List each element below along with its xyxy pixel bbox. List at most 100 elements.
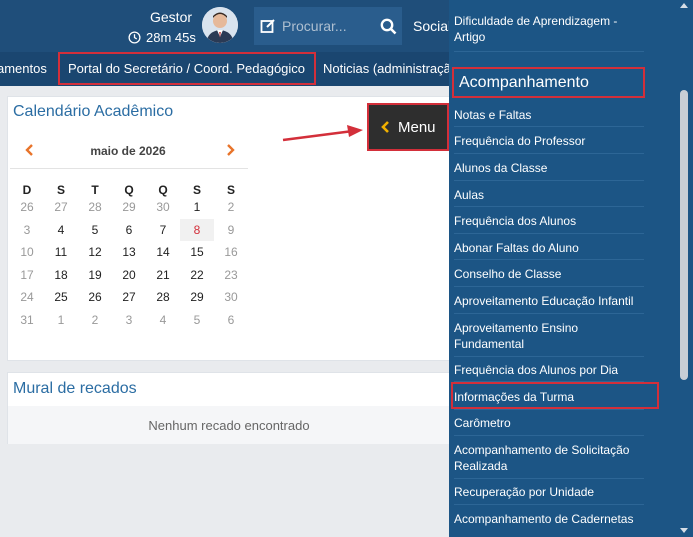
calendar-day[interactable]: 26	[78, 286, 112, 309]
calendar-day[interactable]: 29	[112, 196, 146, 219]
calendar-day[interactable]: 4	[146, 309, 180, 332]
calendar-day[interactable]: 28	[78, 196, 112, 219]
side-scrollbar[interactable]	[676, 0, 692, 537]
chevron-right-icon[interactable]	[226, 143, 236, 161]
side-item-recuperacao-unidade[interactable]: Recuperação por Unidade	[454, 484, 644, 500]
calendar-day[interactable]: 21	[146, 264, 180, 287]
calendar-title: Calendário Acadêmico	[13, 103, 174, 120]
side-item-acompanhamento-solicitacao[interactable]: Acompanhamento de Solicitação Realizada	[454, 442, 644, 474]
side-item-abonar-faltas[interactable]: Abonar Faltas do Aluno	[454, 240, 644, 256]
calendar-day[interactable]: 17	[10, 264, 44, 287]
calendar-day[interactable]: 10	[10, 241, 44, 264]
scroll-thumb[interactable]	[680, 90, 688, 380]
calendar-day[interactable]: 16	[214, 241, 248, 264]
chevron-left-icon	[381, 121, 389, 133]
calendar-day[interactable]: 14	[146, 241, 180, 264]
calendar-day[interactable]: 19	[78, 264, 112, 287]
calendar-day[interactable]: 12	[78, 241, 112, 264]
calendar-week: 17 18 19 20 21 22 23	[10, 264, 248, 287]
social-link[interactable]: Social	[413, 18, 451, 34]
calendar-month: maio de 2026	[90, 144, 166, 158]
menu-toggle-button[interactable]: Menu	[367, 103, 449, 151]
side-divider	[454, 504, 644, 505]
side-divider	[454, 409, 644, 410]
calendar-week: 26 27 28 29 30 1 2	[10, 196, 248, 219]
calendar-day[interactable]: 27	[44, 196, 78, 219]
search-box	[254, 7, 402, 45]
calendar-day[interactable]: 11	[44, 241, 78, 264]
side-divider	[454, 180, 644, 181]
search-icon[interactable]	[374, 18, 402, 35]
calendar-day[interactable]: 22	[180, 264, 214, 287]
search-input[interactable]	[282, 18, 374, 34]
nav-item-noticias[interactable]: Noticias (administraçã	[323, 52, 451, 86]
calendar-day[interactable]: 2	[78, 309, 112, 332]
calendar-day[interactable]: 31	[10, 309, 44, 332]
mural-title: Mural de recados	[13, 380, 137, 397]
timer-value: 28m 45s	[146, 30, 196, 45]
side-item-aproveitamento-infantil[interactable]: Aproveitamento Educação Infantil	[454, 293, 644, 309]
calendar-day[interactable]: 6	[214, 309, 248, 332]
calendar-day[interactable]: 3	[112, 309, 146, 332]
menu-button-label: Menu	[398, 118, 436, 136]
side-divider	[454, 206, 644, 207]
side-item-aproveitamento-fundamental[interactable]: Aproveitamento Ensino Fundamental	[454, 320, 644, 352]
calendar-week: 31 1 2 3 4 5 6	[10, 309, 248, 332]
side-item-dificuldade[interactable]: Dificuldade de Aprendizagem - Artigo	[454, 13, 644, 45]
calendar-day[interactable]: 29	[180, 286, 214, 309]
calendar-day[interactable]: 13	[112, 241, 146, 264]
user-name[interactable]: Gestor	[150, 9, 192, 25]
nav-item-portal-secretario[interactable]: Portal do Secretário / Coord. Pedagógico	[58, 52, 316, 85]
side-divider	[454, 286, 644, 287]
side-divider	[454, 126, 644, 127]
calendar-day[interactable]: 25	[44, 286, 78, 309]
calendar-week: 3 4 5 6 7 8 9	[10, 218, 248, 242]
mural-empty-text: Nenhum recado encontrado	[8, 406, 450, 444]
side-divider	[454, 313, 644, 314]
side-item-notas-faltas[interactable]: Notas e Faltas	[454, 107, 644, 123]
edit-icon[interactable]	[254, 18, 282, 34]
scroll-down-icon[interactable]	[680, 528, 688, 533]
calendar-day[interactable]: 4	[44, 219, 78, 242]
calendar-day-today[interactable]: 8	[180, 218, 214, 241]
side-item-acompanhamento-cadernetas[interactable]: Acompanhamento de Cadernetas	[454, 511, 644, 527]
calendar-day[interactable]: 20	[112, 264, 146, 287]
side-item-frequencia-por-dia[interactable]: Frequência dos Alunos por Dia	[454, 362, 644, 378]
calendar-day[interactable]: 30	[146, 196, 180, 219]
scroll-up-icon[interactable]	[680, 3, 688, 8]
calendar-day[interactable]: 18	[44, 264, 78, 287]
calendar-day[interactable]: 27	[112, 286, 146, 309]
side-item-frequencia-professor[interactable]: Frequência do Professor	[454, 133, 644, 149]
user-photo-icon	[202, 7, 238, 43]
side-section-acompanhamento[interactable]: Acompanhamento	[452, 67, 645, 98]
side-item-carometro[interactable]: Carômetro	[454, 415, 644, 431]
calendar-day[interactable]: 24	[10, 286, 44, 309]
calendar-day[interactable]: 5	[78, 219, 112, 242]
calendar-day[interactable]: 7	[146, 219, 180, 242]
side-item-informacoes-turma[interactable]: Informações da Turma	[454, 389, 644, 405]
calendar-day[interactable]: 3	[10, 219, 44, 242]
calendar-day[interactable]: 30	[214, 286, 248, 309]
side-menu: Dificuldade de Aprendizagem - Artigo Aco…	[449, 0, 693, 537]
calendar-day[interactable]: 28	[146, 286, 180, 309]
side-item-conselho-classe[interactable]: Conselho de Classe	[454, 266, 644, 282]
calendar-day[interactable]: 26	[10, 196, 44, 219]
calendar-week: 10 11 12 13 14 15 16	[10, 241, 248, 264]
side-divider	[454, 435, 644, 436]
avatar[interactable]	[202, 7, 238, 43]
side-item-aulas[interactable]: Aulas	[454, 187, 644, 203]
calendar-day[interactable]: 9	[214, 219, 248, 242]
calendar-day[interactable]: 1	[44, 309, 78, 332]
side-divider	[454, 356, 644, 357]
calendar-day[interactable]: 15	[180, 241, 214, 264]
side-item-alunos-classe[interactable]: Alunos da Classe	[454, 160, 644, 176]
calendar-day[interactable]: 5	[180, 309, 214, 332]
calendar-day[interactable]: 23	[214, 264, 248, 287]
calendar-day[interactable]: 2	[214, 196, 248, 219]
nav-item-lancamentos[interactable]: amentos	[0, 52, 47, 86]
side-item-frequencia-alunos[interactable]: Frequência dos Alunos	[454, 213, 644, 229]
calendar-day[interactable]: 6	[112, 219, 146, 242]
side-divider	[454, 478, 644, 479]
clock-icon	[128, 31, 141, 44]
calendar-day[interactable]: 1	[180, 196, 214, 219]
